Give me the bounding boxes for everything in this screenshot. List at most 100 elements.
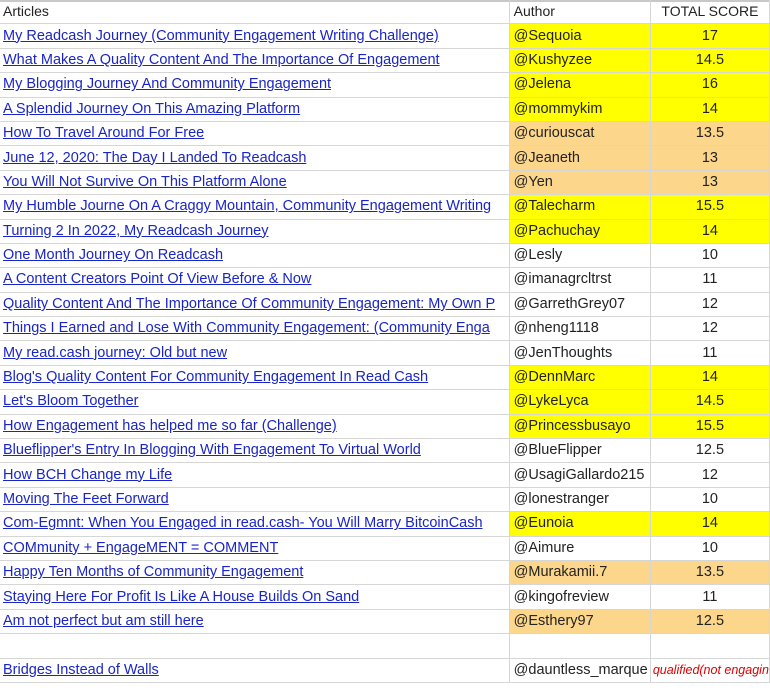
author-cell[interactable]: @Aimure: [509, 536, 651, 561]
article-cell[interactable]: COMmunity + EngageMENT = COMMENT: [0, 536, 510, 561]
article-cell[interactable]: Staying Here For Profit Is Like A House …: [0, 584, 510, 610]
article-link[interactable]: One Month Journey On Readcash: [3, 247, 223, 263]
score-cell[interactable]: 14: [650, 219, 770, 244]
author-cell[interactable]: @Murakamii.7: [509, 560, 651, 586]
article-cell[interactable]: One Month Journey On Readcash: [0, 243, 510, 269]
score-cell[interactable]: 10: [650, 243, 770, 269]
score-cell[interactable]: 12.5: [650, 438, 770, 464]
article-cell[interactable]: Moving The Feet Forward: [0, 487, 510, 513]
score-cell[interactable]: 13: [650, 170, 770, 196]
article-cell[interactable]: Things I Earned and Lose With Community …: [0, 316, 510, 342]
article-link[interactable]: My Readcash Journey (Community Engagemen…: [3, 28, 439, 44]
score-cell[interactable]: 15.5: [650, 414, 770, 440]
author-cell[interactable]: @Princessbusayo: [509, 414, 651, 440]
score-cell[interactable]: 13.5: [650, 121, 770, 147]
article-cell[interactable]: My Blogging Journey And Community Engage…: [0, 72, 510, 98]
author-cell[interactable]: @JenThoughts: [509, 340, 651, 366]
author-cell[interactable]: @curiouscat: [509, 121, 651, 147]
article-link[interactable]: What Makes A Quality Content And The Imp…: [3, 52, 440, 68]
article-link[interactable]: How Engagement has helped me so far (Cha…: [3, 418, 337, 434]
article-cell[interactable]: Turning 2 In 2022, My Readcash Journey: [0, 219, 510, 244]
article-link[interactable]: Let's Bloom Together: [3, 393, 139, 409]
article-cell[interactable]: Happy Ten Months of Community Engagement: [0, 560, 510, 586]
article-cell[interactable]: June 12, 2020: The Day I Landed To Readc…: [0, 145, 510, 171]
author-cell[interactable]: @Jelena: [509, 72, 651, 98]
score-cell[interactable]: 14: [650, 511, 770, 537]
score-cell[interactable]: 12: [650, 316, 770, 342]
article-link[interactable]: Blog's Quality Content For Community Eng…: [3, 369, 428, 385]
article-cell[interactable]: You Will Not Survive On This Platform Al…: [0, 170, 510, 196]
article-cell[interactable]: Blueflipper's Entry In Blogging With Eng…: [0, 438, 510, 464]
score-cell[interactable]: 11: [650, 267, 770, 293]
article-link[interactable]: How To Travel Around For Free: [3, 125, 204, 141]
score-cell[interactable]: 16: [650, 72, 770, 98]
empty-cell[interactable]: [509, 633, 651, 659]
article-cell[interactable]: Quality Content And The Importance Of Co…: [0, 292, 510, 318]
author-cell[interactable]: @LykeLyca: [509, 389, 651, 415]
empty-cell[interactable]: [0, 633, 510, 659]
article-link[interactable]: Blueflipper's Entry In Blogging With Eng…: [3, 442, 421, 458]
disqualified-note[interactable]: qualified(not engagin: [650, 658, 770, 683]
author-cell[interactable]: @BlueFlipper: [509, 438, 651, 464]
article-cell[interactable]: Let's Bloom Together: [0, 389, 510, 415]
article-link[interactable]: My Humble Journe On A Craggy Mountain, C…: [3, 198, 491, 214]
author-cell[interactable]: @Talecharm: [509, 194, 651, 220]
article-cell[interactable]: My Humble Journe On A Craggy Mountain, C…: [0, 194, 510, 220]
article-link[interactable]: You Will Not Survive On This Platform Al…: [3, 174, 287, 190]
article-cell[interactable]: Blog's Quality Content For Community Eng…: [0, 365, 510, 391]
author-cell[interactable]: @kingofreview: [509, 584, 651, 610]
article-link[interactable]: Bridges Instead of Walls: [3, 662, 159, 678]
article-cell[interactable]: How Engagement has helped me so far (Cha…: [0, 414, 510, 440]
score-cell[interactable]: 14: [650, 97, 770, 122]
score-cell[interactable]: 13: [650, 145, 770, 171]
article-cell[interactable]: A Content Creators Point Of View Before …: [0, 267, 510, 293]
score-cell[interactable]: 14.5: [650, 48, 770, 74]
author-cell[interactable]: @Lesly: [509, 243, 651, 269]
article-link[interactable]: Moving The Feet Forward: [3, 491, 169, 507]
article-cell[interactable]: My Readcash Journey (Community Engagemen…: [0, 23, 510, 49]
article-link[interactable]: COMmunity + EngageMENT = COMMENT: [3, 540, 278, 556]
score-cell[interactable]: 15.5: [650, 194, 770, 220]
author-cell[interactable]: @mommykim: [509, 97, 651, 122]
author-cell[interactable]: @nheng1118: [509, 316, 651, 342]
header-author[interactable]: Author: [509, 0, 651, 25]
article-link[interactable]: A Splendid Journey On This Amazing Platf…: [3, 101, 300, 117]
author-cell[interactable]: @lonestranger: [509, 487, 651, 513]
score-cell[interactable]: 10: [650, 487, 770, 513]
article-link[interactable]: How BCH Change my Life: [3, 467, 172, 483]
article-link[interactable]: Things I Earned and Lose With Community …: [3, 320, 490, 336]
header-total-score[interactable]: TOTAL SCORE: [650, 0, 770, 25]
article-link[interactable]: A Content Creators Point Of View Before …: [3, 271, 311, 287]
article-link[interactable]: Com-Egmnt: When You Engaged in read.cash…: [3, 515, 483, 531]
article-cell[interactable]: Com-Egmnt: When You Engaged in read.cash…: [0, 511, 510, 537]
article-cell[interactable]: A Splendid Journey On This Amazing Platf…: [0, 97, 510, 122]
author-cell[interactable]: @Yen: [509, 170, 651, 196]
author-cell[interactable]: @Kushyzee: [509, 48, 651, 74]
author-cell[interactable]: @Pachuchay: [509, 219, 651, 244]
article-link[interactable]: Turning 2 In 2022, My Readcash Journey: [3, 223, 268, 239]
author-cell[interactable]: @Sequoia: [509, 23, 651, 49]
author-cell[interactable]: @dauntless_marque: [509, 658, 651, 683]
score-cell[interactable]: 14: [650, 365, 770, 391]
article-link[interactable]: Am not perfect but am still here: [3, 613, 204, 629]
article-link[interactable]: Staying Here For Profit Is Like A House …: [3, 589, 359, 605]
article-cell[interactable]: My read.cash journey: Old but new: [0, 340, 510, 366]
author-cell[interactable]: @DennMarc: [509, 365, 651, 391]
article-cell[interactable]: What Makes A Quality Content And The Imp…: [0, 48, 510, 74]
score-cell[interactable]: 12: [650, 292, 770, 318]
article-link[interactable]: June 12, 2020: The Day I Landed To Readc…: [3, 150, 306, 166]
article-link[interactable]: Happy Ten Months of Community Engagement: [3, 564, 303, 580]
author-cell[interactable]: @Jeaneth: [509, 145, 651, 171]
article-link[interactable]: My Blogging Journey And Community Engage…: [3, 76, 331, 92]
header-articles[interactable]: Articles: [0, 0, 510, 25]
score-cell[interactable]: 11: [650, 584, 770, 610]
author-cell[interactable]: @imanagrcltrst: [509, 267, 651, 293]
author-cell[interactable]: @GarrethGrey07: [509, 292, 651, 318]
score-cell[interactable]: 13.5: [650, 560, 770, 586]
score-cell[interactable]: 11: [650, 340, 770, 366]
author-cell[interactable]: @Eunoia: [509, 511, 651, 537]
author-cell[interactable]: @UsagiGallardo215: [509, 462, 651, 488]
article-link[interactable]: My read.cash journey: Old but new: [3, 345, 227, 361]
article-cell[interactable]: Am not perfect but am still here: [0, 609, 510, 635]
score-cell[interactable]: 12.5: [650, 609, 770, 635]
